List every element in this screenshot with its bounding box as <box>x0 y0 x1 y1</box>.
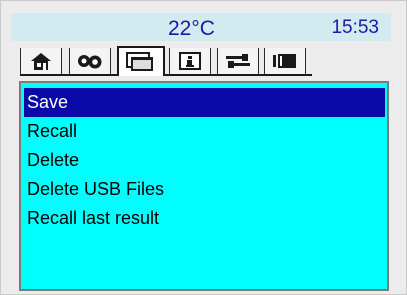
gears-icon <box>78 55 102 69</box>
tab-connections[interactable] <box>217 48 259 74</box>
clock: 15:53 <box>331 17 379 38</box>
home-icon <box>31 53 51 70</box>
info-icon <box>179 52 201 70</box>
tab-info[interactable] <box>169 48 211 74</box>
tab-settings[interactable] <box>69 48 111 74</box>
tab-home[interactable] <box>20 48 62 74</box>
menu-item-save[interactable]: Save <box>24 88 385 117</box>
menu-item-recall-last-result[interactable]: Recall last result <box>24 204 385 233</box>
status-bar: 22°C 15:53 <box>11 13 391 41</box>
file-menu: Save Recall Delete Delete USB Files Reca… <box>24 88 385 233</box>
menu-item-delete[interactable]: Delete <box>24 146 385 175</box>
device-screen: 22°C 15:53 Save Recall Delete Delete USB… <box>0 0 407 295</box>
usb-connection-icon <box>226 54 250 68</box>
tab-display[interactable] <box>264 48 306 74</box>
panel-icon <box>273 54 296 68</box>
tab-files[interactable] <box>117 46 165 76</box>
file-stack-icon <box>126 52 153 71</box>
temperature-readout: 22°C <box>168 17 215 40</box>
file-menu-panel: Save Recall Delete Delete USB Files Reca… <box>19 81 389 291</box>
tab-bar <box>20 46 312 76</box>
menu-item-delete-usb-files[interactable]: Delete USB Files <box>24 175 385 204</box>
menu-item-recall[interactable]: Recall <box>24 117 385 146</box>
